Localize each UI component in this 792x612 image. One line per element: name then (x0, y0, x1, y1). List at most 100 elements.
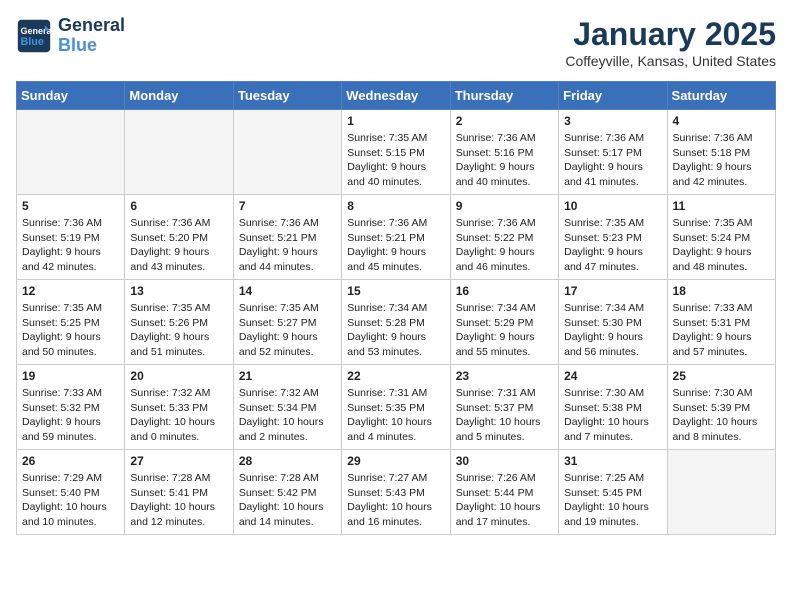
day-number: 28 (239, 454, 336, 468)
calendar-cell (17, 110, 125, 195)
day-info: Sunrise: 7:34 AMSunset: 5:30 PMDaylight:… (564, 301, 661, 360)
day-info: Sunrise: 7:29 AMSunset: 5:40 PMDaylight:… (22, 471, 119, 530)
day-number: 23 (456, 369, 553, 383)
day-number: 13 (130, 284, 227, 298)
calendar-cell: 5 Sunrise: 7:36 AMSunset: 5:19 PMDaylight… (17, 195, 125, 280)
day-info: Sunrise: 7:27 AMSunset: 5:43 PMDaylight:… (347, 471, 444, 530)
logo: General Blue General Blue (16, 16, 125, 56)
week-row-3: 12 Sunrise: 7:35 AMSunset: 5:25 PMDayligh… (17, 280, 776, 365)
calendar-cell (233, 110, 341, 195)
calendar-header-monday: Monday (125, 82, 233, 110)
calendar-cell: 13 Sunrise: 7:35 AMSunset: 5:26 PMDayligh… (125, 280, 233, 365)
calendar-cell: 19Sunrise: 7:33 AMSunset: 5:32 PMDayligh… (17, 365, 125, 450)
calendar-header-saturday: Saturday (667, 82, 775, 110)
day-number: 10 (564, 199, 661, 213)
day-number: 3 (564, 114, 661, 128)
day-number: 7 (239, 199, 336, 213)
calendar-cell: 11 Sunrise: 7:35 AMSunset: 5:24 PMDayligh… (667, 195, 775, 280)
day-info: Sunrise: 7:36 AMSunset: 5:17 PMDaylight:… (564, 131, 661, 190)
day-number: 8 (347, 199, 444, 213)
day-info: Sunrise: 7:35 AMSunset: 5:25 PMDaylight:… (22, 301, 119, 360)
day-info: Sunrise: 7:30 AMSunset: 5:38 PMDaylight:… (564, 386, 661, 445)
calendar-cell: 7 Sunrise: 7:36 AMSunset: 5:21 PMDaylight… (233, 195, 341, 280)
week-row-1: 1Sunrise: 7:35 AMSunset: 5:15 PMDaylight… (17, 110, 776, 195)
day-info: Sunrise: 7:33 AMSunset: 5:31 PMDaylight:… (673, 301, 770, 360)
day-number: 6 (130, 199, 227, 213)
day-info: Sunrise: 7:34 AMSunset: 5:28 PMDaylight:… (347, 301, 444, 360)
calendar-cell: 3 Sunrise: 7:36 AMSunset: 5:17 PMDaylight… (559, 110, 667, 195)
day-number: 4 (673, 114, 770, 128)
day-info: Sunrise: 7:28 AMSunset: 5:42 PMDaylight:… (239, 471, 336, 530)
day-info: Sunrise: 7:34 AMSunset: 5:29 PMDaylight:… (456, 301, 553, 360)
calendar-cell: 18Sunrise: 7:33 AMSunset: 5:31 PMDayligh… (667, 280, 775, 365)
day-info: Sunrise: 7:36 AMSunset: 5:19 PMDaylight:… (22, 216, 119, 275)
day-number: 26 (22, 454, 119, 468)
logo-text: General Blue (58, 16, 125, 56)
calendar-table: SundayMondayTuesdayWednesdayThursdayFrid… (16, 81, 776, 535)
calendar-header-wednesday: Wednesday (342, 82, 450, 110)
day-number: 12 (22, 284, 119, 298)
day-info: Sunrise: 7:35 AMSunset: 5:15 PMDaylight:… (347, 131, 444, 190)
day-info: Sunrise: 7:35 AMSunset: 5:26 PMDaylight:… (130, 301, 227, 360)
calendar-cell (125, 110, 233, 195)
calendar-cell: 1Sunrise: 7:35 AMSunset: 5:15 PMDaylight… (342, 110, 450, 195)
calendar-cell: 16 Sunrise: 7:34 AMSunset: 5:29 PMDayligh… (450, 280, 558, 365)
day-info: Sunrise: 7:35 AMSunset: 5:27 PMDaylight:… (239, 301, 336, 360)
calendar-cell: 24 Sunrise: 7:30 AMSunset: 5:38 PMDayligh… (559, 365, 667, 450)
day-info: Sunrise: 7:36 AMSunset: 5:22 PMDaylight:… (456, 216, 553, 275)
calendar-cell: 15 Sunrise: 7:34 AMSunset: 5:28 PMDayligh… (342, 280, 450, 365)
week-row-5: 26 Sunrise: 7:29 AMSunset: 5:40 PMDayligh… (17, 450, 776, 535)
calendar-title: January 2025 (565, 16, 776, 53)
calendar-cell: 21 Sunrise: 7:32 AMSunset: 5:34 PMDayligh… (233, 365, 341, 450)
day-info: Sunrise: 7:32 AMSunset: 5:33 PMDaylight:… (130, 386, 227, 445)
day-info: Sunrise: 7:33 AMSunset: 5:32 PMDaylight:… (22, 386, 119, 445)
day-info: Sunrise: 7:26 AMSunset: 5:44 PMDaylight:… (456, 471, 553, 530)
day-info: Sunrise: 7:36 AMSunset: 5:21 PMDaylight:… (347, 216, 444, 275)
week-row-2: 5 Sunrise: 7:36 AMSunset: 5:19 PMDaylight… (17, 195, 776, 280)
day-number: 22 (347, 369, 444, 383)
page-header: General Blue General Blue January 2025 C… (16, 16, 776, 69)
calendar-cell (667, 450, 775, 535)
day-number: 29 (347, 454, 444, 468)
calendar-cell: 23 Sunrise: 7:31 AMSunset: 5:37 PMDayligh… (450, 365, 558, 450)
day-info: Sunrise: 7:36 AMSunset: 5:16 PMDaylight:… (456, 131, 553, 190)
calendar-cell: 22Sunrise: 7:31 AMSunset: 5:35 PMDayligh… (342, 365, 450, 450)
day-number: 21 (239, 369, 336, 383)
day-info: Sunrise: 7:32 AMSunset: 5:34 PMDaylight:… (239, 386, 336, 445)
svg-text:Blue: Blue (21, 36, 44, 48)
calendar-cell: 31 Sunrise: 7:25 AMSunset: 5:45 PMDayligh… (559, 450, 667, 535)
day-number: 27 (130, 454, 227, 468)
day-number: 16 (456, 284, 553, 298)
day-info: Sunrise: 7:30 AMSunset: 5:39 PMDaylight:… (673, 386, 770, 445)
calendar-cell: 2Sunrise: 7:36 AMSunset: 5:16 PMDaylight… (450, 110, 558, 195)
calendar-cell: 4 Sunrise: 7:36 AMSunset: 5:18 PMDaylight… (667, 110, 775, 195)
calendar-header-friday: Friday (559, 82, 667, 110)
day-info: Sunrise: 7:36 AMSunset: 5:21 PMDaylight:… (239, 216, 336, 275)
day-info: Sunrise: 7:35 AMSunset: 5:23 PMDaylight:… (564, 216, 661, 275)
title-block: January 2025 Coffeyville, Kansas, United… (565, 16, 776, 69)
calendar-subtitle: Coffeyville, Kansas, United States (565, 53, 776, 69)
day-info: Sunrise: 7:36 AMSunset: 5:20 PMDaylight:… (130, 216, 227, 275)
day-info: Sunrise: 7:25 AMSunset: 5:45 PMDaylight:… (564, 471, 661, 530)
day-number: 24 (564, 369, 661, 383)
calendar-cell: 29 Sunrise: 7:27 AMSunset: 5:43 PMDayligh… (342, 450, 450, 535)
day-number: 9 (456, 199, 553, 213)
calendar-cell: 25 Sunrise: 7:30 AMSunset: 5:39 PMDayligh… (667, 365, 775, 450)
calendar-cell: 10 Sunrise: 7:35 AMSunset: 5:23 PMDayligh… (559, 195, 667, 280)
calendar-cell: 30Sunrise: 7:26 AMSunset: 5:44 PMDayligh… (450, 450, 558, 535)
day-number: 5 (22, 199, 119, 213)
calendar-cell: 28 Sunrise: 7:28 AMSunset: 5:42 PMDayligh… (233, 450, 341, 535)
calendar-cell: 9 Sunrise: 7:36 AMSunset: 5:22 PMDaylight… (450, 195, 558, 280)
day-number: 20 (130, 369, 227, 383)
day-info: Sunrise: 7:31 AMSunset: 5:37 PMDaylight:… (456, 386, 553, 445)
day-info: Sunrise: 7:35 AMSunset: 5:24 PMDaylight:… (673, 216, 770, 275)
day-number: 15 (347, 284, 444, 298)
day-number: 14 (239, 284, 336, 298)
calendar-header-row: SundayMondayTuesdayWednesdayThursdayFrid… (17, 82, 776, 110)
day-number: 31 (564, 454, 661, 468)
day-info: Sunrise: 7:36 AMSunset: 5:18 PMDaylight:… (673, 131, 770, 190)
calendar-cell: 27Sunrise: 7:28 AMSunset: 5:41 PMDayligh… (125, 450, 233, 535)
day-number: 11 (673, 199, 770, 213)
calendar-cell: 6 Sunrise: 7:36 AMSunset: 5:20 PMDaylight… (125, 195, 233, 280)
day-number: 25 (673, 369, 770, 383)
